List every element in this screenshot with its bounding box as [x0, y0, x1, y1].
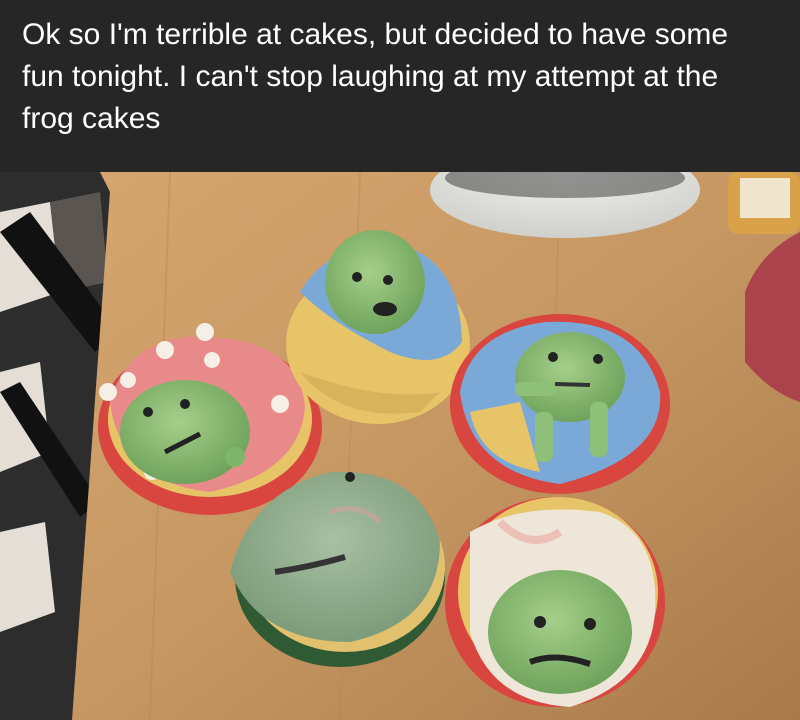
cupcake-white	[445, 497, 665, 707]
photo-drawing	[0, 172, 800, 720]
post-caption: Ok so I'm terrible at cakes, but decided…	[22, 18, 729, 135]
cupcake-blue	[450, 314, 670, 494]
cupcake-photo	[0, 172, 800, 720]
caption-bar: Ok so I'm terrible at cakes, but decided…	[0, 0, 800, 172]
